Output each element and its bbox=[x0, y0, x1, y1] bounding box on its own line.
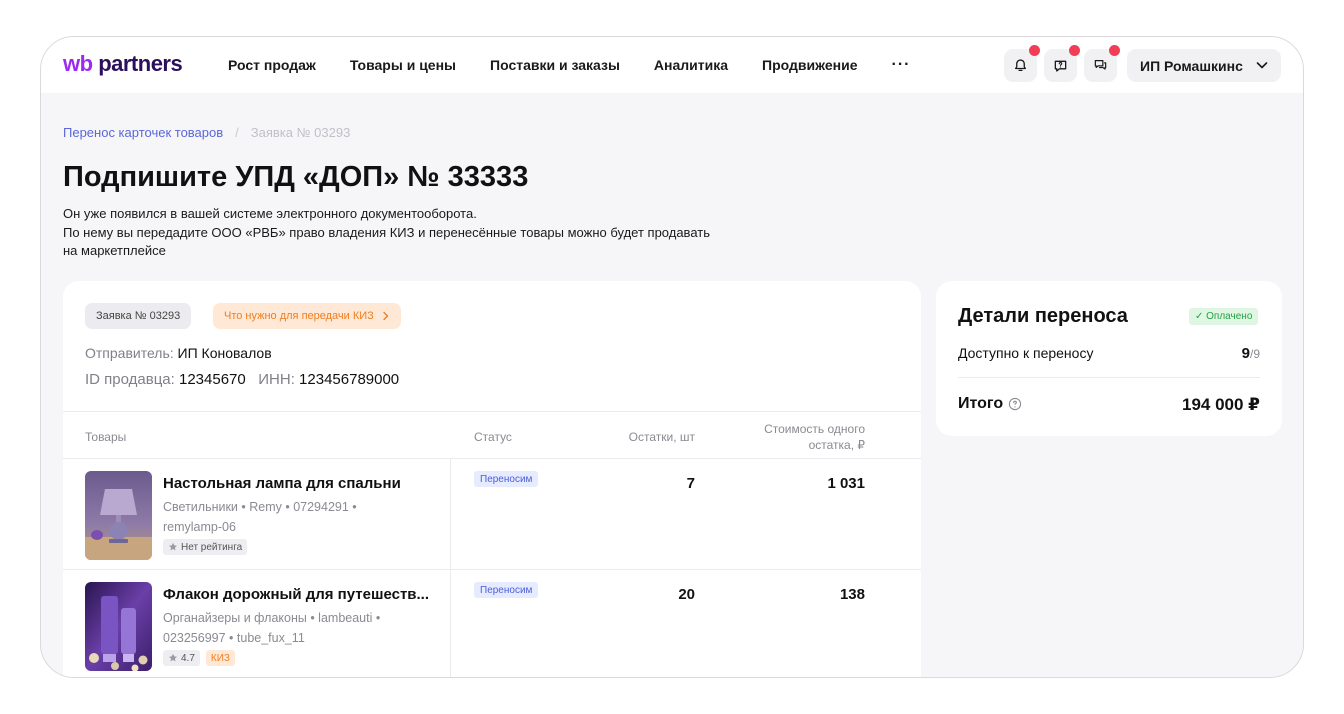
page-title: Подпишите УПД «ДОП» № 33333 bbox=[63, 161, 529, 193]
breadcrumb-separator: / bbox=[235, 125, 239, 140]
page-description: Он уже появился в вашей системе электрон… bbox=[63, 205, 823, 261]
column-header-price-line: Стоимость одного bbox=[764, 422, 865, 436]
product-meta: Органайзеры и флаконы • lambeauti • 0232… bbox=[163, 608, 413, 648]
account-menu-button[interactable]: ИП Ромашкинс bbox=[1127, 49, 1281, 82]
sender-value: ИП Коновалов bbox=[177, 345, 272, 361]
breadcrumb: Перенос карточек товаров / Заявка № 0329… bbox=[63, 125, 350, 140]
rating-text: Нет рейтинга bbox=[181, 541, 243, 553]
request-number-chip: Заявка № 03293 bbox=[85, 303, 192, 329]
column-header-stock: Остатки, шт bbox=[628, 430, 695, 444]
total-value: 194 000 ₽ bbox=[1181, 395, 1260, 414]
support-button[interactable] bbox=[1044, 45, 1080, 82]
rating-badge: Нет рейтинга bbox=[163, 539, 248, 555]
available-count: 9 bbox=[1241, 345, 1250, 362]
kiz-requirements-link[interactable]: Что нужно для передачи КИЗ bbox=[213, 303, 401, 329]
chevron-right-icon bbox=[383, 311, 389, 321]
product-meta-line: 023256997 • tube_fux_11 bbox=[163, 631, 305, 645]
seller-id-label: ID продавца: bbox=[85, 371, 175, 388]
star-icon bbox=[169, 542, 177, 551]
available-label: Доступно к переносу bbox=[958, 345, 1094, 361]
kiz-requirements-label: Что нужно для передачи КИЗ bbox=[224, 310, 374, 322]
top-navigation-bar: wb partners Рост продаж Товары и цены По… bbox=[41, 37, 1303, 93]
total-label-text: Итого bbox=[958, 395, 1004, 412]
column-divider bbox=[450, 459, 451, 569]
product-meta-line: remylamp-06 bbox=[163, 520, 236, 534]
product-name[interactable]: Флакон дорожный для путешеств... bbox=[163, 586, 429, 603]
bell-icon bbox=[1014, 59, 1027, 72]
available-total: /9 bbox=[1249, 347, 1260, 361]
nav-more-button[interactable]: ··· bbox=[892, 56, 911, 74]
table-header: Товары Статус Остатки, шт Стоимость одно… bbox=[63, 411, 921, 459]
breadcrumb-current: Заявка № 03293 bbox=[250, 125, 351, 140]
column-divider bbox=[450, 570, 451, 677]
nav-item-goods-prices[interactable]: Товары и цены bbox=[350, 57, 456, 73]
price-value: 1 031 bbox=[827, 475, 865, 492]
account-name: ИП Ромашкинс bbox=[1140, 57, 1243, 74]
column-header-status: Статус bbox=[474, 430, 512, 444]
transfer-details-card: Детали переноса ✓ Оплачено Доступно к пе… bbox=[936, 281, 1282, 436]
divider bbox=[958, 377, 1260, 378]
product-badges: 4.7 КИЗ bbox=[163, 650, 241, 666]
details-title: Детали переноса bbox=[958, 305, 1128, 327]
paid-status-badge: ✓ Оплачено bbox=[1189, 308, 1259, 325]
inn-label: ИНН: bbox=[258, 371, 295, 388]
product-meta: Светильники • Remy • 07294291 • remylamp… bbox=[163, 497, 413, 537]
seller-ids-info: ID продавца: 12345670 ИНН: 123456789000 bbox=[85, 371, 399, 388]
notification-dot bbox=[1069, 45, 1080, 56]
product-meta-line: Светильники • Remy • 07294291 • bbox=[163, 500, 357, 514]
notification-dot bbox=[1109, 45, 1120, 56]
rating-text: 4.7 bbox=[181, 652, 195, 664]
nav-item-sales-growth[interactable]: Рост продаж bbox=[228, 57, 316, 73]
product-badges: Нет рейтинга bbox=[163, 539, 253, 555]
nav-item-supplies-orders[interactable]: Поставки и заказы bbox=[490, 57, 620, 73]
question-chat-icon bbox=[1054, 60, 1067, 72]
product-image-travel-bottle bbox=[85, 582, 152, 671]
inn-value: 123456789000 bbox=[299, 371, 400, 388]
description-line: Он уже появился в вашей системе электрон… bbox=[63, 206, 477, 221]
column-header-price-line: остатка, ₽ bbox=[808, 438, 865, 452]
rating-badge: 4.7 bbox=[163, 650, 200, 666]
stock-value: 7 bbox=[686, 475, 695, 492]
app-window: wb partners Рост продаж Товары и цены По… bbox=[40, 36, 1304, 678]
status-badge: Переносим bbox=[474, 471, 539, 487]
messages-button[interactable] bbox=[1084, 45, 1120, 82]
messages-icon bbox=[1094, 60, 1107, 70]
wb-partners-logo[interactable]: wb partners bbox=[63, 51, 183, 77]
sender-label: Отправитель: bbox=[85, 345, 174, 361]
table-row[interactable]: Настольная лампа для спальни Светильники… bbox=[63, 459, 921, 570]
notification-dot bbox=[1029, 45, 1040, 56]
request-card: Заявка № 03293 Что нужно для передачи КИ… bbox=[63, 281, 921, 677]
sender-info: Отправитель: ИП Коновалов bbox=[85, 345, 272, 361]
stock-value: 20 bbox=[678, 586, 695, 603]
description-line: на маркетплейсе bbox=[63, 243, 166, 258]
seller-id-value: 12345670 bbox=[178, 371, 246, 388]
description-line: По нему вы передадите ООО «РВБ» право вл… bbox=[63, 224, 710, 240]
info-circle-icon[interactable] bbox=[1008, 397, 1022, 411]
product-image-lamp bbox=[85, 471, 152, 560]
table-row[interactable]: Флакон дорожный для путешеств... Органай… bbox=[63, 570, 921, 677]
kiz-badge: КИЗ bbox=[205, 650, 235, 666]
nav-item-analytics[interactable]: Аналитика bbox=[654, 57, 728, 73]
product-meta-line: Органайзеры и флаконы • lambeauti • bbox=[163, 611, 381, 625]
chevron-down-icon bbox=[1256, 62, 1268, 69]
status-badge: Переносим bbox=[474, 582, 539, 598]
product-name[interactable]: Настольная лампа для спальни bbox=[163, 475, 401, 492]
column-header-goods: Товары bbox=[85, 430, 127, 444]
star-icon bbox=[169, 653, 177, 662]
main-nav: Рост продаж Товары и цены Поставки и зак… bbox=[228, 37, 910, 93]
breadcrumb-link-card-transfer[interactable]: Перенос карточек товаров bbox=[63, 125, 223, 140]
notifications-button[interactable] bbox=[1004, 45, 1040, 82]
column-header-price: Стоимость одного остатка, ₽ bbox=[764, 421, 865, 453]
total-label: Итого bbox=[958, 395, 1022, 413]
price-value: 138 bbox=[839, 586, 865, 603]
available-value: 9/9 bbox=[1242, 345, 1260, 362]
nav-item-promotion[interactable]: Продвижение bbox=[762, 57, 857, 73]
